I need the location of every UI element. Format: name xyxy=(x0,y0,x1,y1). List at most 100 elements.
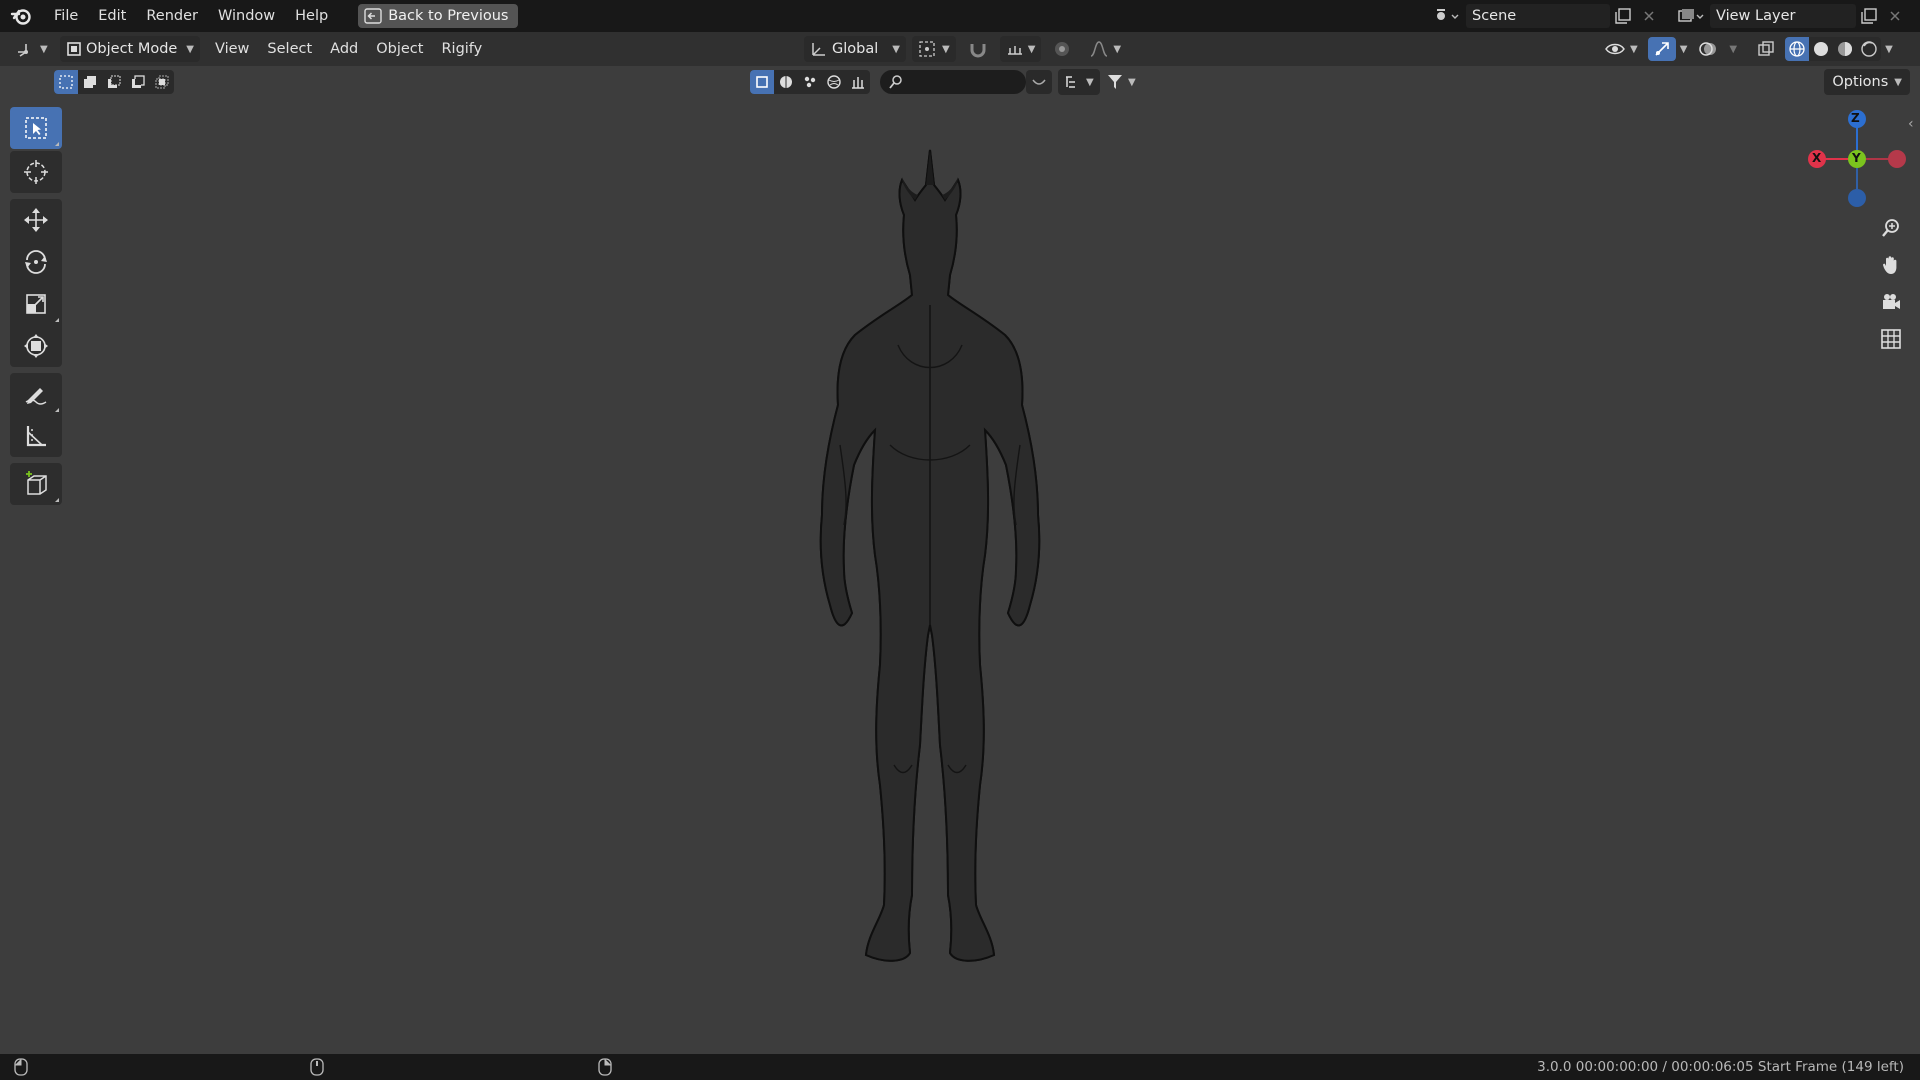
proportional-edit-toggle[interactable] xyxy=(1047,36,1077,62)
header-menu-view[interactable]: View xyxy=(206,32,258,66)
filter-mesh-button[interactable] xyxy=(774,70,798,94)
blender-logo-icon[interactable] xyxy=(10,5,32,27)
header-menu-rigify[interactable]: Rigify xyxy=(432,32,491,66)
chevron-down-icon: ▼ xyxy=(1630,43,1638,55)
shading-solid-button[interactable] xyxy=(1809,37,1833,61)
delete-view-layer-button[interactable] xyxy=(1882,4,1908,28)
show-overlays-toggle[interactable] xyxy=(1691,37,1725,61)
falloff-curve-icon xyxy=(1089,40,1109,58)
shading-rendered-button[interactable] xyxy=(1857,37,1881,61)
sidebar-expand-arrow-icon[interactable]: ‹ xyxy=(1908,116,1914,132)
new-view-layer-button[interactable] xyxy=(1856,4,1882,28)
filter-armature-button[interactable] xyxy=(846,70,870,94)
transform-tool[interactable] xyxy=(10,325,62,367)
close-icon xyxy=(1643,10,1655,22)
proportional-edit-icon xyxy=(1053,40,1071,58)
mouse-left-icon xyxy=(14,1058,28,1076)
header-menu-select[interactable]: Select xyxy=(258,32,321,66)
menu-window[interactable]: Window xyxy=(208,0,285,32)
rendered-sphere-icon xyxy=(1860,40,1878,58)
object-type-filter-group xyxy=(750,70,870,94)
editor-type-dropdown[interactable]: ▼ xyxy=(10,36,54,62)
select-invert-button[interactable] xyxy=(126,70,150,94)
pivot-point-dropdown[interactable]: ▼ xyxy=(912,36,956,62)
header-menu-add[interactable]: Add xyxy=(321,32,367,66)
overlays-options-chevron-icon[interactable]: ▼ xyxy=(1729,44,1737,55)
new-scene-button[interactable] xyxy=(1610,4,1636,28)
link-curve-icon xyxy=(1031,74,1047,90)
neg-z-axis-handle[interactable] xyxy=(1848,189,1866,207)
display-mode-dropdown[interactable]: ▼ xyxy=(1058,69,1100,95)
xray-toggle[interactable] xyxy=(1751,37,1781,61)
select-extend-button[interactable] xyxy=(78,70,102,94)
chevron-down-icon: ▼ xyxy=(942,43,950,55)
menu-edit[interactable]: Edit xyxy=(88,0,136,32)
list-tree-icon xyxy=(1064,74,1082,90)
snap-increment-icon xyxy=(1006,40,1024,58)
view-layer-browse-button[interactable] xyxy=(1672,4,1710,28)
tool-options-corner-icon xyxy=(55,498,59,502)
select-box-tool[interactable] xyxy=(10,107,62,149)
scale-icon xyxy=(22,290,50,318)
back-to-previous-button[interactable]: Back to Previous xyxy=(358,4,519,28)
chevron-down-icon: ▼ xyxy=(186,43,194,55)
annotate-tool[interactable] xyxy=(10,373,62,415)
wireframe-character-mesh[interactable] xyxy=(780,145,1080,995)
pan-view-button[interactable] xyxy=(1875,249,1907,281)
toggle-ortho-button[interactable] xyxy=(1875,323,1907,355)
proportional-falloff-dropdown[interactable]: ▼ xyxy=(1083,36,1127,62)
filter-dropdown[interactable]: ▼ xyxy=(1100,69,1142,95)
chevron-down-icon: ▼ xyxy=(1894,76,1902,88)
navigation-gizmo[interactable]: Z X Y xyxy=(1800,110,1910,210)
shading-options-chevron-icon[interactable]: ▼ xyxy=(1885,44,1893,55)
add-cube-tool[interactable] xyxy=(10,463,62,505)
select-invert-icon xyxy=(130,74,146,90)
options-dropdown[interactable]: Options ▼ xyxy=(1824,69,1910,95)
view-layer-selector: View Layer xyxy=(1672,4,1908,28)
filter-world-button[interactable] xyxy=(822,70,846,94)
camera-icon xyxy=(1880,291,1902,313)
scene-browse-button[interactable] xyxy=(1428,4,1466,28)
view-layer-name-field[interactable]: View Layer xyxy=(1710,4,1856,28)
shading-material-button[interactable] xyxy=(1833,37,1857,61)
menu-render[interactable]: Render xyxy=(136,0,208,32)
select-subtract-button[interactable] xyxy=(102,70,126,94)
header-menu-object[interactable]: Object xyxy=(367,32,432,66)
particles-icon xyxy=(802,74,818,90)
neg-x-axis-handle[interactable] xyxy=(1888,150,1906,168)
filter-particles-button[interactable] xyxy=(798,70,822,94)
mode-label: Object Mode xyxy=(86,41,178,57)
xray-icon xyxy=(1757,40,1775,58)
select-box-icon xyxy=(23,115,49,141)
show-gizmo-toggle[interactable] xyxy=(1647,37,1676,61)
transform-orientation-label: Global xyxy=(832,41,879,57)
measure-tool[interactable] xyxy=(10,415,62,457)
move-arrows-icon xyxy=(22,206,50,234)
viewport-header: ▼ Object Mode ▼ View Select Add Object R… xyxy=(0,32,1920,66)
camera-view-button[interactable] xyxy=(1875,286,1907,318)
viewport-search-input[interactable] xyxy=(880,70,1026,94)
scale-tool[interactable] xyxy=(10,283,62,325)
snap-target-dropdown[interactable]: ▼ xyxy=(999,36,1042,62)
3d-viewport-icon xyxy=(16,40,36,58)
transform-orientation-dropdown[interactable]: Global ▼ xyxy=(804,36,906,62)
rotate-tool[interactable] xyxy=(10,241,62,283)
menu-help[interactable]: Help xyxy=(285,0,338,32)
visibility-dropdown[interactable]: ▼ xyxy=(1598,36,1644,62)
zoom-view-button[interactable] xyxy=(1875,212,1907,244)
filter-object-button[interactable] xyxy=(750,70,774,94)
x-axis-label: X xyxy=(1812,151,1822,165)
move-tool[interactable] xyxy=(10,199,62,241)
select-new-button[interactable] xyxy=(54,70,78,94)
shading-wireframe-button[interactable] xyxy=(1785,37,1810,61)
menu-file[interactable]: File xyxy=(44,0,88,32)
mode-dropdown[interactable]: Object Mode ▼ xyxy=(60,36,200,62)
tool-options-corner-icon xyxy=(55,142,59,146)
select-intersect-button[interactable] xyxy=(150,70,174,94)
cursor-tool[interactable] xyxy=(10,151,62,193)
scene-name-field[interactable]: Scene xyxy=(1466,4,1610,28)
delete-scene-button[interactable] xyxy=(1636,4,1662,28)
sync-selection-toggle[interactable] xyxy=(1026,70,1052,94)
gizmo-options-chevron-icon[interactable]: ▼ xyxy=(1680,44,1688,55)
snap-toggle[interactable] xyxy=(962,36,994,62)
